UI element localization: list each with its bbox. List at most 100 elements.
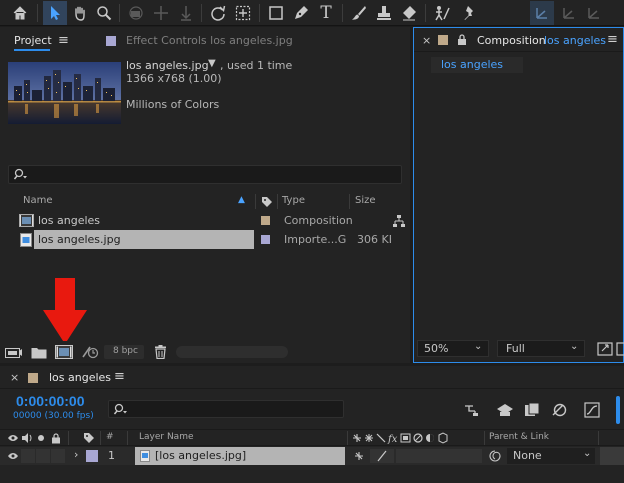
label-color-swatch[interactable] bbox=[261, 235, 270, 244]
panel-menu-icon[interactable]: ≡ bbox=[58, 33, 69, 48]
hide-shy-layers-icon[interactable] bbox=[522, 402, 542, 418]
graph-editor-icon[interactable] bbox=[582, 401, 602, 419]
roto-brush-tool-icon[interactable] bbox=[432, 3, 452, 23]
world-axis-mode-icon[interactable] bbox=[559, 3, 579, 23]
composition-mini-flowchart-icon[interactable] bbox=[463, 402, 481, 418]
pen-tool-icon[interactable] bbox=[291, 3, 311, 23]
local-axis-mode-icon[interactable] bbox=[530, 1, 554, 25]
view-axis-mode-icon[interactable] bbox=[584, 3, 604, 23]
layer-number-header: # bbox=[106, 432, 114, 442]
chevron-down-icon[interactable]: ▼ bbox=[208, 58, 216, 69]
draft-3d-icon[interactable] bbox=[495, 402, 515, 418]
interpret-footage-icon[interactable] bbox=[4, 344, 24, 360]
layer-switches-header: fx bbox=[351, 431, 481, 445]
project-panel: Project ≡ Effect Controls los angeles.jp… bbox=[0, 27, 410, 363]
timeline-panel: × los angeles ≡ 0:00:00:00 00000 (30.00 … bbox=[0, 366, 624, 483]
comp-navigator-button[interactable]: los angeles bbox=[431, 57, 523, 73]
brush-tool-icon[interactable] bbox=[349, 3, 369, 23]
panel-menu-icon[interactable]: ≡ bbox=[114, 369, 125, 384]
layer-name-header[interactable]: Layer Name bbox=[139, 432, 194, 442]
bit-depth-button[interactable]: 8 bpc bbox=[104, 345, 144, 359]
comp-navigator-label: los angeles bbox=[441, 58, 504, 71]
current-time-display[interactable]: 0:00:00:00 bbox=[16, 393, 85, 409]
layer-index: 1 bbox=[108, 449, 115, 462]
column-type[interactable]: Type bbox=[282, 195, 305, 206]
label-tag-icon[interactable] bbox=[82, 431, 96, 445]
adjust-project-settings-icon[interactable] bbox=[80, 344, 100, 360]
lock-icon[interactable] bbox=[50, 431, 62, 445]
home-icon[interactable] bbox=[10, 3, 30, 23]
layer-switches-cells[interactable] bbox=[396, 449, 482, 463]
puppet-pin-tool-icon[interactable] bbox=[458, 3, 478, 23]
label-tag-icon[interactable] bbox=[259, 194, 275, 209]
pick-whip-icon[interactable] bbox=[488, 449, 502, 463]
layer-duration-bar[interactable] bbox=[600, 447, 624, 465]
expand-chevron-icon[interactable]: › bbox=[74, 448, 78, 461]
snapshot-icon[interactable] bbox=[596, 341, 614, 357]
composition-viewer[interactable] bbox=[414, 78, 623, 338]
flowchart-icon[interactable] bbox=[391, 213, 407, 228]
rectangle-tool-icon[interactable] bbox=[266, 3, 286, 23]
frame-blending-icon[interactable] bbox=[549, 402, 569, 418]
composition-tab-label[interactable]: Composition bbox=[477, 34, 546, 47]
hand-tool-icon[interactable] bbox=[70, 3, 90, 23]
project-tab[interactable]: Project bbox=[14, 34, 52, 47]
layer-label-swatch[interactable] bbox=[86, 450, 98, 462]
chevron-down-icon: ⌄ bbox=[570, 341, 579, 352]
item-size: 306 KB bbox=[357, 233, 391, 246]
column-name[interactable]: Name bbox=[23, 195, 53, 206]
close-icon[interactable]: × bbox=[10, 371, 19, 384]
chevron-down-icon: ⌄ bbox=[474, 341, 483, 352]
panel-menu-icon[interactable]: ≡ bbox=[607, 32, 618, 47]
video-eye-icon[interactable] bbox=[6, 431, 20, 445]
visibility-eye-icon[interactable] bbox=[6, 449, 20, 463]
trash-icon[interactable] bbox=[151, 344, 169, 360]
layer-row[interactable]: › 1 [los angeles.jpg] None ⌄ bbox=[0, 447, 624, 465]
project-horizontal-scrollbar[interactable] bbox=[176, 346, 288, 358]
magnification-dropdown[interactable]: 50% ⌄ bbox=[417, 340, 489, 357]
new-folder-icon[interactable] bbox=[30, 344, 48, 360]
timeline-search-input[interactable] bbox=[108, 400, 344, 418]
label-color-swatch[interactable] bbox=[261, 216, 270, 225]
sort-ascending-icon[interactable]: ▲ bbox=[238, 195, 245, 205]
dolly-camera-icon[interactable] bbox=[176, 3, 196, 23]
zoom-tool-icon[interactable] bbox=[94, 3, 114, 23]
quality-switch[interactable] bbox=[370, 449, 394, 463]
resolution-dropdown[interactable]: Full ⌄ bbox=[497, 340, 585, 357]
preview-filename: los angeles.jpg bbox=[126, 59, 209, 72]
image-footage-icon bbox=[19, 232, 33, 247]
layer-name-field[interactable]: [los angeles.jpg] bbox=[135, 447, 345, 465]
pan-camera-icon[interactable] bbox=[151, 3, 171, 23]
parent-dropdown[interactable]: None ⌄ bbox=[507, 448, 595, 464]
audio-speaker-icon[interactable] bbox=[20, 431, 34, 445]
clone-stamp-tool-icon[interactable] bbox=[374, 3, 394, 23]
pan-behind-tool-icon[interactable] bbox=[233, 3, 253, 23]
rotation-tool-icon[interactable] bbox=[208, 3, 228, 23]
time-navigator-handle[interactable] bbox=[616, 396, 620, 424]
column-size[interactable]: Size bbox=[355, 195, 376, 206]
toggle-alpha-icon[interactable] bbox=[615, 341, 624, 357]
item-name: los angeles.jpg bbox=[38, 233, 121, 246]
timeline-tab-label[interactable]: los angeles bbox=[49, 371, 111, 384]
solo-toggle-cell[interactable] bbox=[36, 449, 50, 463]
lock-icon[interactable] bbox=[456, 33, 468, 47]
effect-controls-tab[interactable]: Effect Controls los angeles.jpg bbox=[126, 34, 293, 47]
eraser-tool-icon[interactable] bbox=[399, 3, 419, 23]
search-icon bbox=[13, 167, 31, 183]
project-item-row[interactable]: los angeles Composition bbox=[0, 211, 410, 230]
shy-switch-icon[interactable] bbox=[352, 449, 366, 463]
composition-tab-name[interactable]: los angeles bbox=[544, 34, 606, 47]
selection-tool-icon[interactable] bbox=[43, 1, 67, 25]
close-icon[interactable]: × bbox=[422, 34, 431, 47]
project-item-row-selected[interactable]: los angeles.jpg Importe...G 306 KB bbox=[0, 230, 410, 249]
composition-panel: × Composition los angeles ≡ los angeles … bbox=[413, 27, 624, 363]
project-search-input[interactable] bbox=[8, 165, 402, 184]
lock-toggle-cell[interactable] bbox=[51, 449, 65, 463]
audio-toggle-cell[interactable] bbox=[21, 449, 35, 463]
rotate-camera-icon[interactable] bbox=[126, 3, 146, 23]
resolution-value: Full bbox=[506, 342, 525, 355]
type-tool-icon[interactable]: T bbox=[316, 3, 336, 23]
solo-dot-icon[interactable] bbox=[35, 431, 47, 445]
new-composition-icon[interactable] bbox=[54, 344, 74, 360]
frame-rate-display: 00000 (30.00 fps) bbox=[13, 411, 94, 421]
